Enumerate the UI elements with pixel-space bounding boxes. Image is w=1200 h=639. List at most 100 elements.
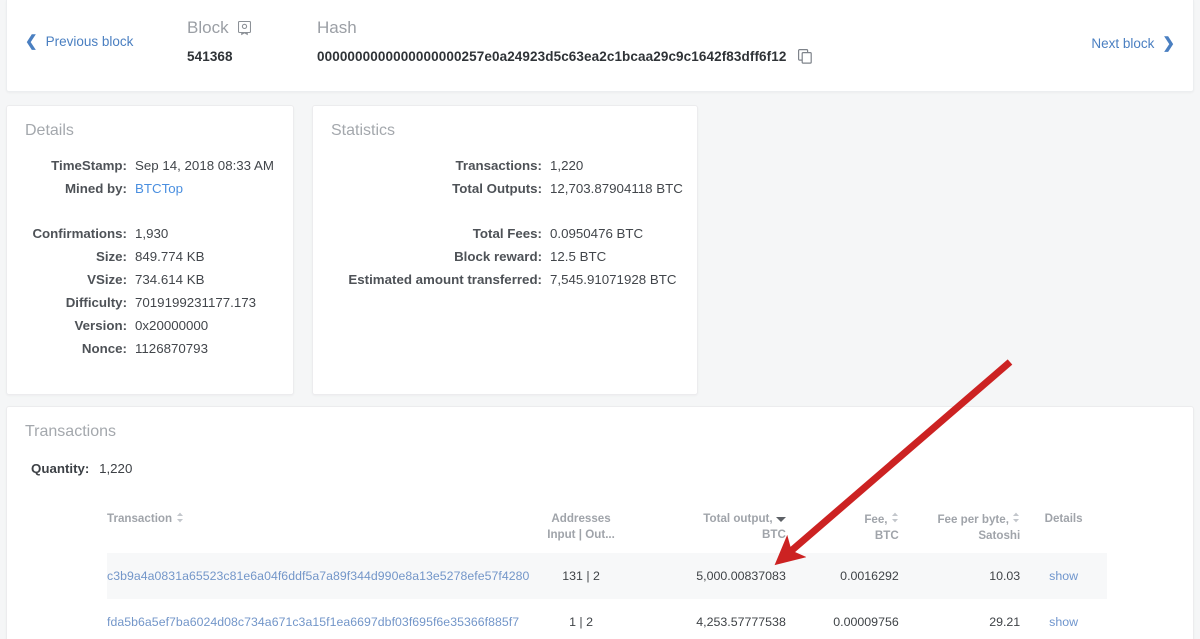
fee-cell: 0.00009756 [833, 615, 899, 630]
fee-cell: 0.0016292 [785, 553, 899, 600]
chevron-right-icon: ❯ [1162, 35, 1175, 52]
table-row[interactable]: fda5b6a5ef7ba6024d08c734a671c3a15f1ea669… [107, 599, 1107, 639]
next-block-link[interactable]: Next block ❯ [1091, 36, 1175, 51]
details-key-version: Version: [74, 318, 127, 333]
details-value-nonce: 1126870793 [135, 341, 208, 356]
column-sublabel-fee-per-byte: Satoshi [978, 528, 1021, 542]
column-sublabel-fee: BTC [874, 528, 899, 542]
transactions-title: Transactions [25, 423, 116, 440]
details-row-size: Size: 849.774 KB [7, 245, 293, 268]
total-output-cell: 4,253.57777538 [696, 615, 786, 630]
transactions-quantity: Quantity: 1,220 [31, 461, 132, 476]
stats-row-estimated-transferred: Estimated amount transferred: 7,545.9107… [313, 268, 697, 291]
details-table: TimeStamp: Sep 14, 2018 08:33 AM Mined b… [7, 154, 293, 360]
chevron-left-icon: ❮ [25, 33, 38, 50]
details-key-nonce: Nonce: [81, 341, 127, 356]
block-explorer-page: ❮ Previous block Block 541368 Hash 00000… [0, 0, 1200, 639]
column-sublabel-addresses: Input | Out... [547, 527, 615, 541]
details-key-confirmations: Confirmations: [32, 226, 127, 241]
transaction-hash-link[interactable]: c3b9a4a0831a65523c81e6a04f6ddf5a7a89f344… [107, 569, 529, 583]
transactions-quantity-label: Quantity: [31, 461, 90, 476]
hash-label: Hash [317, 18, 357, 37]
block-hash-row: 0000000000000000000257e0a24923d5c63ea2c1… [317, 49, 813, 64]
stats-row-block-reward: Block reward: 12.5 BTC [313, 245, 697, 268]
transactions-card: Transactions Quantity: 1,220 Transaction [6, 406, 1194, 639]
details-value-confirmations: 1,930 [135, 226, 169, 241]
statistics-title: Statistics [331, 122, 396, 139]
column-label-transaction: Transaction [107, 512, 173, 525]
column-header-fee-per-byte[interactable]: Fee per byte, Satoshi [899, 505, 1020, 553]
column-header-details: Details [1020, 505, 1107, 553]
details-key-size: Size: [95, 249, 127, 264]
previous-block-label: Previous block [45, 34, 134, 49]
details-row-vsize: VSize: 734.614 KB [7, 268, 293, 291]
copy-icon[interactable] [798, 49, 813, 64]
column-label-details: Details [1044, 512, 1083, 525]
block-hash-value: 0000000000000000000257e0a24923d5c63ea2c1… [317, 49, 787, 64]
transactions-table-body: c3b9a4a0831a65523c81e6a04f6ddf5a7a89f344… [107, 553, 1107, 639]
stats-value-block-reward: 12.5 BTC [550, 249, 607, 264]
details-title: Details [25, 122, 74, 139]
block-header-bar: ❮ Previous block Block 541368 Hash 00000… [6, 0, 1194, 92]
show-details-link[interactable]: show [1049, 569, 1078, 583]
details-key-difficulty: Difficulty: [65, 295, 127, 310]
statistics-card: Statistics Transactions: 1,220 Total Out… [312, 105, 698, 395]
transactions-table-head: Transaction Addresses Input | Out... Tot… [107, 505, 1107, 553]
column-label-fee-per-byte: Fee per byte, [937, 513, 1009, 526]
details-key-vsize: VSize: [87, 272, 127, 287]
block-number-value: 541368 [187, 49, 233, 64]
stats-value-total-outputs: 12,703.87904118 BTC [550, 181, 683, 196]
column-header-fee[interactable]: Fee, BTC [786, 505, 899, 553]
stats-key-transactions: Transactions: [455, 158, 542, 173]
table-row[interactable]: c3b9a4a0831a65523c81e6a04f6ddf5a7a89f344… [107, 553, 1107, 600]
miner-link[interactable]: BTCTop [135, 181, 183, 196]
details-row-version: Version: 0x20000000 [7, 314, 293, 337]
details-cell: show [1020, 599, 1107, 639]
previous-block-link[interactable]: ❮ Previous block [25, 34, 133, 49]
sort-icon [891, 512, 899, 523]
details-value-version: 0x20000000 [135, 318, 209, 333]
addresses-cell: 1 | 2 [569, 615, 593, 630]
column-header-total-output[interactable]: Total output, BTC [633, 505, 786, 553]
block-hash-group: Hash 0000000000000000000257e0a24923d5c63… [317, 18, 813, 64]
stats-value-total-fees: 0.0950476 BTC [550, 226, 644, 241]
details-key-mined-by: Mined by: [64, 181, 127, 196]
details-value-mined-by: BTCTop [135, 177, 293, 200]
sort-icon [176, 512, 184, 523]
fee-per-byte-cell: 29.21 [989, 615, 1021, 630]
column-label-addresses: Addresses [551, 512, 611, 525]
column-header-addresses: Addresses Input | Out... [529, 505, 632, 553]
details-value-vsize: 734.614 KB [135, 272, 205, 287]
details-row-timestamp: TimeStamp: Sep 14, 2018 08:33 AM [7, 154, 293, 177]
transaction-hash-link[interactable]: fda5b6a5ef7ba6024d08c734a671c3a15f1ea669… [107, 615, 519, 629]
stats-value-estimated-transferred: 7,545.91071928 BTC [550, 272, 677, 287]
fee-per-byte-cell: 10.03 [898, 553, 1021, 600]
column-label-fee: Fee, [864, 513, 888, 526]
transactions-header-row: Transaction Addresses Input | Out... Tot… [107, 505, 1107, 553]
details-value-timestamp: Sep 14, 2018 08:33 AM [135, 158, 274, 173]
details-row-nonce: Nonce: 1126870793 [7, 337, 293, 360]
column-sublabel-total-output: BTC [762, 527, 786, 541]
sort-icon [1012, 512, 1020, 523]
stats-key-total-outputs: Total Outputs: [452, 181, 542, 196]
details-spacer [7, 200, 293, 222]
details-row-confirmations: Confirmations: 1,930 [7, 222, 293, 245]
column-header-transaction[interactable]: Transaction [107, 505, 529, 553]
column-label-total-output: Total output, [703, 512, 773, 525]
statistics-table: Transactions: 1,220 Total Outputs: 12,70… [313, 154, 697, 291]
show-details-link[interactable]: show [1049, 615, 1078, 629]
details-key-timestamp: TimeStamp: [51, 158, 127, 173]
sort-desc-icon [775, 517, 786, 522]
block-label: Block [187, 18, 229, 37]
total-output-cell: 5,000.00837083 [632, 553, 786, 600]
details-row-difficulty: Difficulty: 7019199231177.173 [7, 291, 293, 314]
details-row-mined-by: Mined by: BTCTop [7, 177, 293, 200]
stats-row-transactions: Transactions: 1,220 [313, 154, 697, 177]
details-value-size: 849.774 KB [135, 249, 205, 264]
details-cell: show [1020, 553, 1107, 600]
addresses-cell: 131 | 2 [529, 553, 633, 600]
details-value-difficulty: 7019199231177.173 [135, 295, 257, 310]
transactions-table: Transaction Addresses Input | Out... Tot… [107, 505, 1107, 639]
stats-spacer [313, 200, 697, 222]
stats-key-total-fees: Total Fees: [472, 226, 542, 241]
